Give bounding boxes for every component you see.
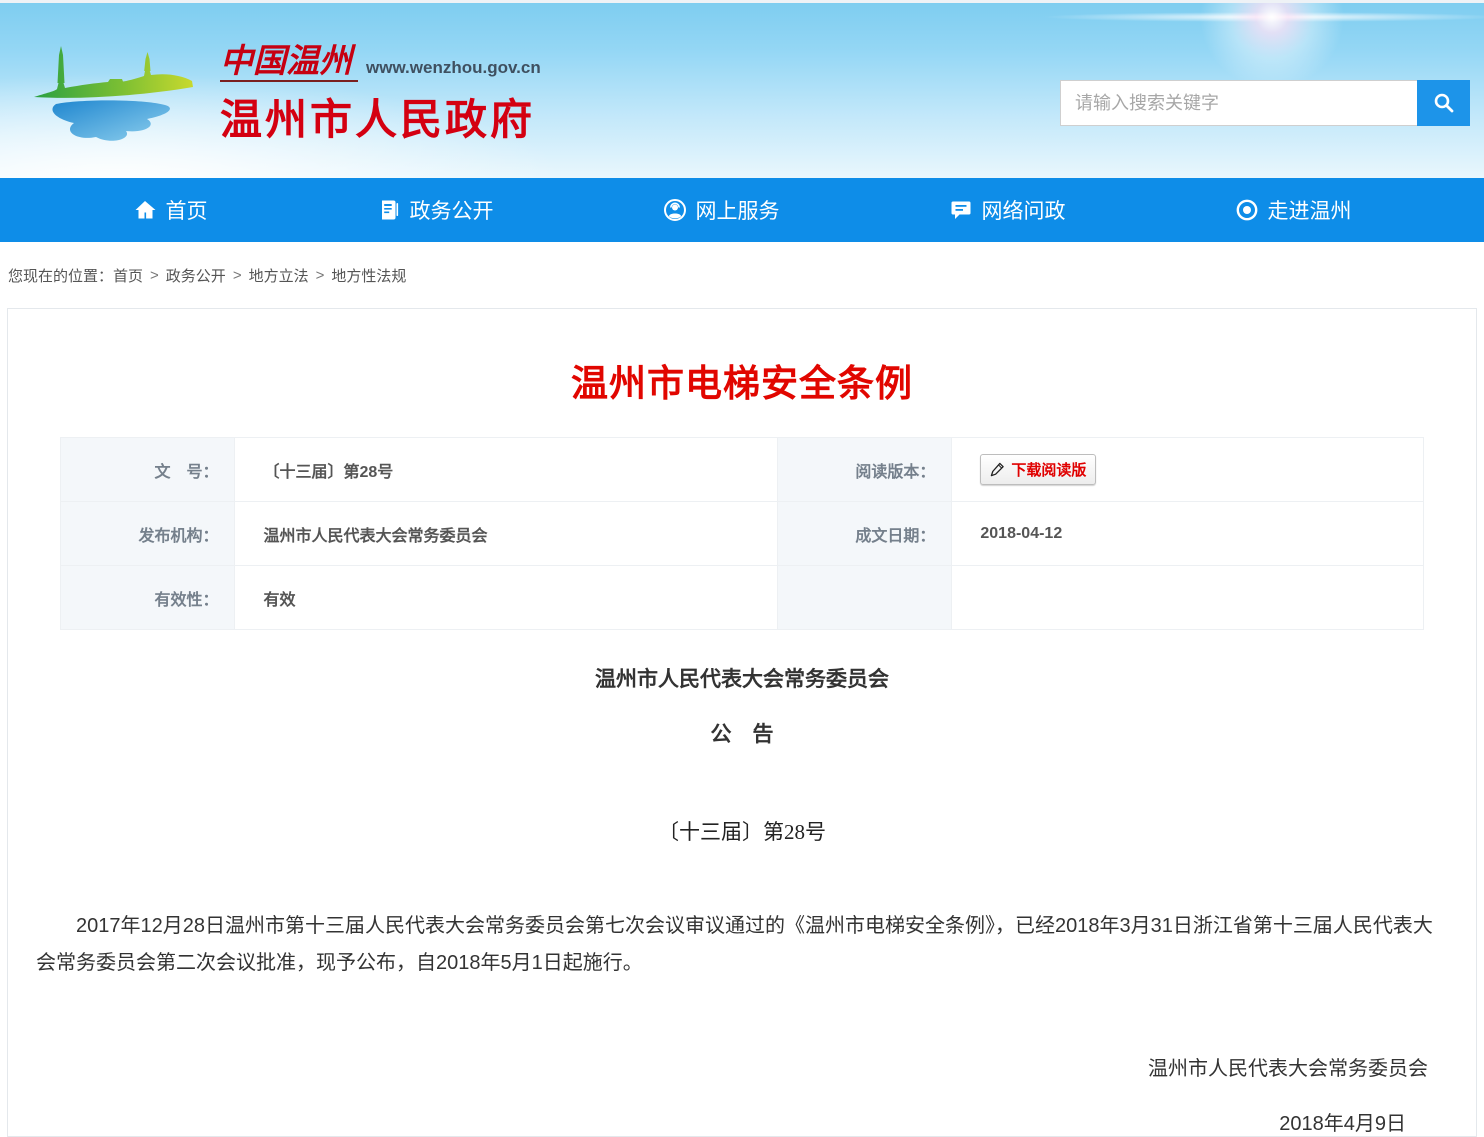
site-header: 中国温州 www.wenzhou.gov.cn 温州市人民政府 [0,0,1484,178]
service-icon [663,198,687,222]
search-button[interactable] [1417,80,1470,126]
nav-item-home[interactable]: 首页 [133,195,208,225]
nav-label: 政务公开 [410,195,494,225]
validity-label: 有效性： [61,566,235,630]
breadcrumb-separator: > [316,267,325,284]
signature-org: 温州市人民代表大会常务委员会 [8,1052,1476,1081]
write-icon [990,462,1005,477]
page-title: 温州市电梯安全条例 [8,353,1476,407]
breadcrumb-item-gov-info[interactable]: 政务公开 [166,265,226,286]
empty-label-cell [777,566,951,630]
breadcrumb-item-local-regulations[interactable]: 地方性法规 [331,265,406,286]
search-bar [1060,80,1470,126]
nav-item-gov-info[interactable]: 政务公开 [377,195,494,225]
doc-number-value: 〔十三届〕第28号 [235,438,777,502]
org-heading: 温州市人民代表大会常务委员会 [8,663,1476,693]
doc-number-label: 文 号： [61,438,235,502]
chat-icon [949,198,973,222]
nav-label: 网络问政 [982,195,1066,225]
table-row: 发布机构： 温州市人民代表大会常务委员会 成文日期： 2018-04-12 [61,502,1424,566]
nav-item-enter-wenzhou[interactable]: 走进温州 [1235,195,1352,225]
download-reader-label: 下载阅读版 [1011,459,1086,480]
document-meta-table: 文 号： 〔十三届〕第28号 阅读版本： 下载阅读版 发布机构： 温州市人民代表… [60,437,1424,630]
table-row: 文 号： 〔十三届〕第28号 阅读版本： 下载阅读版 [61,438,1424,502]
wenzhou-landscape-logo-icon [26,33,208,145]
read-version-cell: 下载阅读版 [952,438,1424,502]
doc-number-line: 〔十三届〕第28号 [8,816,1476,846]
brand-calligraphy-title: 中国温州 [220,45,358,82]
breadcrumb-item-local-legislation[interactable]: 地方立法 [249,265,309,286]
nav-label: 首页 [166,195,208,225]
empty-value-cell [952,566,1424,630]
document-icon [377,198,401,222]
content-panel: 温州市电梯安全条例 文 号： 〔十三届〕第28号 阅读版本： 下载阅读版 发布机… [7,308,1477,1137]
search-input[interactable] [1060,80,1417,126]
date-value: 2018-04-12 [952,502,1424,566]
site-logo[interactable]: 中国温州 www.wenzhou.gov.cn 温州市人民政府 [26,33,541,147]
issuing-org-value: 温州市人民代表大会常务委员会 [235,502,777,566]
breadcrumb: 您现在的位置： 首页 > 政务公开 > 地方立法 > 地方性法规 [0,242,1484,308]
issuing-org-label: 发布机构： [61,502,235,566]
breadcrumb-item-home[interactable]: 首页 [113,265,143,286]
nav-item-ask-gov[interactable]: 网络问政 [949,195,1066,225]
breadcrumb-separator: > [150,267,159,284]
target-icon [1235,198,1259,222]
site-name: 温州市人民政府 [220,86,541,147]
table-row: 有效性： 有效 [61,566,1424,630]
home-icon [133,198,157,222]
brand-text-block: 中国温州 www.wenzhou.gov.cn 温州市人民政府 [220,33,541,147]
read-version-label: 阅读版本： [777,438,951,502]
search-icon [1432,91,1456,115]
breadcrumb-separator: > [233,267,242,284]
nav-label: 走进温州 [1268,195,1352,225]
nav-item-online-service[interactable]: 网上服务 [663,195,780,225]
nav-label: 网上服务 [696,195,780,225]
brand-site-url: www.wenzhou.gov.cn [366,58,541,82]
date-label: 成文日期： [777,502,951,566]
breadcrumb-prefix: 您现在的位置： [8,265,113,286]
validity-value: 有效 [235,566,777,630]
main-nav: 首页 政务公开 网上服务 网络问政 走进温州 [0,178,1484,242]
announcement-paragraph: 2017年12月28日温州市第十三届人民代表大会常务委员会第七次会议审议通过的《… [36,908,1448,982]
download-reader-button[interactable]: 下载阅读版 [980,454,1096,485]
signature-date: 2018年4月9日 [8,1107,1476,1136]
announcement-heading: 公 告 [8,718,1476,748]
